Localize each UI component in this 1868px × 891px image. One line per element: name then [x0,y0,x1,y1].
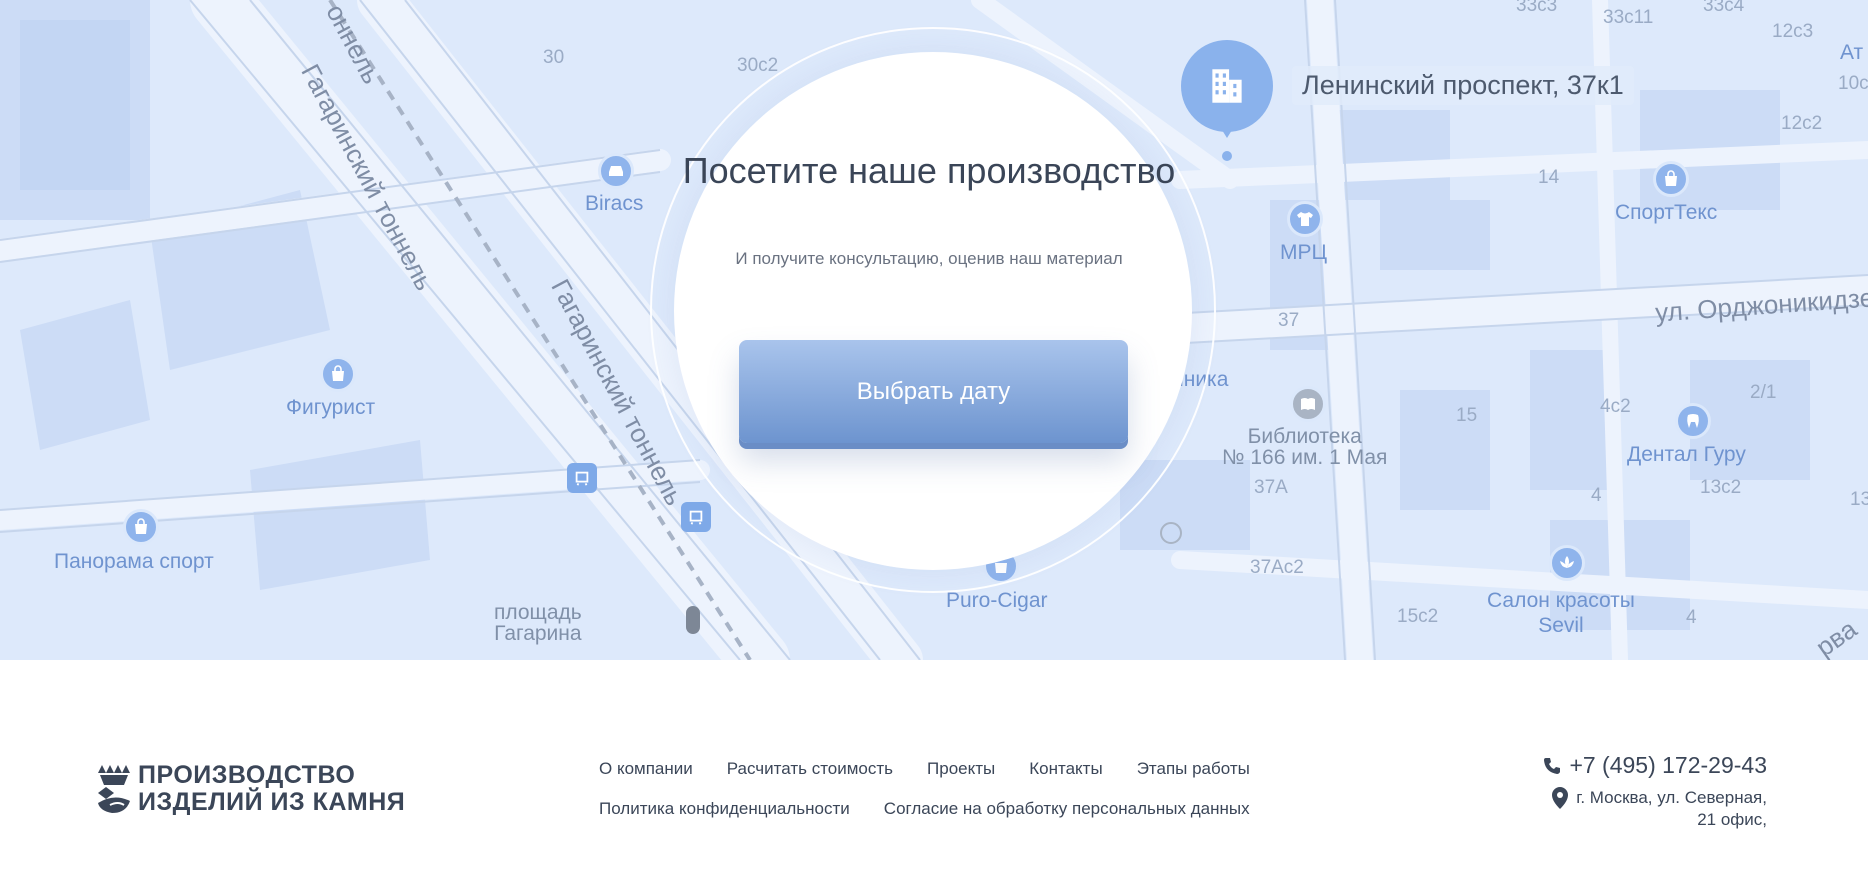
house-number: 14 [1538,167,1560,188]
address: г. Москва, ул. Северная, 21 офис, [1542,787,1767,831]
poi-label[interactable]: Панорама спорт [54,551,214,572]
car-icon[interactable] [598,153,634,189]
location-marker[interactable] [1181,40,1273,138]
poi-label[interactable]: СпортТекс [1615,202,1717,223]
nav-link-about[interactable]: О компании [599,757,693,781]
logo-icon [98,765,130,813]
phone-icon [1544,757,1561,774]
address-label: Ленинский проспект, 37к1 [1292,66,1634,105]
house-number: 4 [1686,607,1697,628]
lotus-icon[interactable] [1549,545,1585,581]
house-number: 30 [543,47,565,68]
poi-label[interactable]: Салон красоты Sevil [1487,588,1635,638]
nav-link-calculate[interactable]: Расчитать стоимость [727,757,893,781]
phone-row[interactable]: +7 (495) 172-29-43 [1542,752,1767,779]
traffic-light-icon [686,606,700,634]
house-number: 12с3 [1772,21,1814,42]
address-line-2: 21 офис, [1697,810,1767,829]
house-number: 37 [1278,310,1300,331]
logo-line-2: ИЗДЕЛИЙ ИЗ КАМНЯ [138,788,406,816]
logo[interactable]: ПРОИЗВОДСТВО ИЗДЕЛИЙ ИЗ КАМНЯ [96,762,405,816]
book-icon[interactable] [1290,386,1326,422]
poi-label[interactable]: Фигурист [286,397,375,418]
contacts: +7 (495) 172-29-43 г. Москва, ул. Северн… [1542,752,1767,831]
poi-label[interactable]: Biracs [585,193,643,214]
nav-link-projects[interactable]: Проекты [927,757,995,781]
cta-circle [674,52,1192,570]
choose-date-button[interactable]: Выбрать дату [739,340,1128,443]
house-number: 30с2 [737,55,779,76]
house-number: 15с2 [1397,606,1439,627]
nav-link-contacts[interactable]: Контакты [1029,757,1102,781]
house-number: 33с4 [1703,0,1745,16]
transit-icon[interactable] [681,502,711,532]
house-number: 33с3 [1516,0,1558,16]
house-number: 13 [1850,489,1868,510]
transit-icon[interactable] [567,463,597,493]
map-label: Ат [1840,41,1864,64]
building-icon [1212,69,1242,103]
location-pin-icon [1552,787,1569,809]
house-number: 33с11 [1603,7,1654,28]
location-dot [1222,151,1232,161]
house-number: 12с2 [1781,113,1823,134]
poi-label[interactable]: Дентал Гуру [1627,444,1746,465]
house-number: 4с2 [1600,396,1631,417]
shop-icon[interactable] [320,356,356,392]
nav-link-privacy[interactable]: Политика конфиденциальности [599,797,850,821]
house-number: 13с2 [1700,477,1742,498]
footer-nav: О компании Расчитать стоимость Проекты К… [599,757,1250,837]
nav-link-stages[interactable]: Этапы работы [1137,757,1250,781]
map[interactable]: Гагаринский тоннель Гагаринский тоннель … [0,0,1868,660]
logo-line-1: ПРОИЗВОДСТВО [138,761,356,789]
tshirt-icon[interactable] [1287,201,1323,237]
fountain-icon [1160,522,1182,544]
cta-title: Посетите наше производство [682,150,1176,191]
poi-label[interactable]: Puro-Cigar [946,590,1048,611]
place-label: площадь Гагарина [494,601,582,645]
house-number: 15 [1456,405,1478,426]
house-number: 4 [1591,485,1602,506]
address-line-1: г. Москва, ул. Северная, [1576,788,1767,807]
shop-icon[interactable] [1653,161,1689,197]
nav-link-consent[interactable]: Согласие на обработку персональных данны… [884,797,1250,821]
shop-icon[interactable] [123,509,159,545]
phone-number[interactable]: +7 (495) 172-29-43 [1569,752,1767,779]
tooth-icon[interactable] [1675,403,1711,439]
house-number: 2/1 [1750,382,1777,403]
house-number: 10с [1838,73,1868,94]
poi-label[interactable]: Библиотека № 166 им. 1 Мая [1222,426,1387,468]
house-number: 37Ас2 [1250,557,1304,578]
poi-label[interactable]: МРЦ [1280,242,1327,263]
cta-subtitle: И получите консультацию, оценив наш мате… [735,249,1123,268]
footer: ПРОИЗВОДСТВО ИЗДЕЛИЙ ИЗ КАМНЯ О компании… [0,660,1868,891]
house-number: 37А [1254,477,1288,498]
